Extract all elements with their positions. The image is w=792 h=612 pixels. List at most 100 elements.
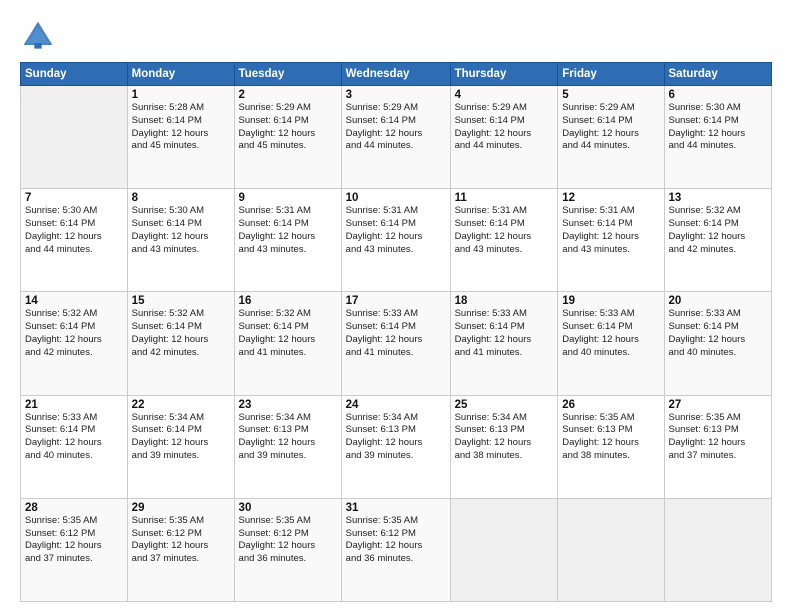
- calendar-cell: 10Sunrise: 5:31 AM Sunset: 6:14 PM Dayli…: [341, 189, 450, 292]
- day-info: Sunrise: 5:33 AM Sunset: 6:14 PM Dayligh…: [25, 412, 123, 463]
- day-number: 17: [346, 295, 446, 307]
- day-info: Sunrise: 5:31 AM Sunset: 6:14 PM Dayligh…: [346, 205, 446, 256]
- day-info: Sunrise: 5:34 AM Sunset: 6:14 PM Dayligh…: [132, 412, 230, 463]
- calendar-cell: 12Sunrise: 5:31 AM Sunset: 6:14 PM Dayli…: [558, 189, 664, 292]
- day-info: Sunrise: 5:30 AM Sunset: 6:14 PM Dayligh…: [25, 205, 123, 256]
- day-number: 26: [562, 399, 659, 411]
- calendar-header-row: SundayMondayTuesdayWednesdayThursdayFrid…: [21, 63, 772, 86]
- calendar-table: SundayMondayTuesdayWednesdayThursdayFrid…: [20, 62, 772, 602]
- day-info: Sunrise: 5:34 AM Sunset: 6:13 PM Dayligh…: [346, 412, 446, 463]
- calendar-cell: 17Sunrise: 5:33 AM Sunset: 6:14 PM Dayli…: [341, 292, 450, 395]
- calendar-cell: 2Sunrise: 5:29 AM Sunset: 6:14 PM Daylig…: [234, 86, 341, 189]
- calendar-header-saturday: Saturday: [664, 63, 772, 86]
- day-number: 3: [346, 89, 446, 101]
- calendar-cell: 21Sunrise: 5:33 AM Sunset: 6:14 PM Dayli…: [21, 395, 128, 498]
- calendar-cell: 29Sunrise: 5:35 AM Sunset: 6:12 PM Dayli…: [127, 498, 234, 601]
- calendar-header-monday: Monday: [127, 63, 234, 86]
- calendar-week-3: 14Sunrise: 5:32 AM Sunset: 6:14 PM Dayli…: [21, 292, 772, 395]
- calendar-header-sunday: Sunday: [21, 63, 128, 86]
- day-number: 15: [132, 295, 230, 307]
- day-number: 2: [239, 89, 337, 101]
- day-number: 24: [346, 399, 446, 411]
- day-number: 4: [455, 89, 554, 101]
- page: SundayMondayTuesdayWednesdayThursdayFrid…: [0, 0, 792, 612]
- day-number: 6: [669, 89, 768, 101]
- day-number: 31: [346, 502, 446, 514]
- calendar-cell: 13Sunrise: 5:32 AM Sunset: 6:14 PM Dayli…: [664, 189, 772, 292]
- day-info: Sunrise: 5:33 AM Sunset: 6:14 PM Dayligh…: [455, 308, 554, 359]
- calendar-header-friday: Friday: [558, 63, 664, 86]
- day-info: Sunrise: 5:33 AM Sunset: 6:14 PM Dayligh…: [669, 308, 768, 359]
- day-info: Sunrise: 5:35 AM Sunset: 6:12 PM Dayligh…: [346, 515, 446, 566]
- day-info: Sunrise: 5:29 AM Sunset: 6:14 PM Dayligh…: [455, 102, 554, 153]
- calendar-week-4: 21Sunrise: 5:33 AM Sunset: 6:14 PM Dayli…: [21, 395, 772, 498]
- day-info: Sunrise: 5:35 AM Sunset: 6:12 PM Dayligh…: [25, 515, 123, 566]
- day-number: 25: [455, 399, 554, 411]
- day-info: Sunrise: 5:31 AM Sunset: 6:14 PM Dayligh…: [239, 205, 337, 256]
- day-info: Sunrise: 5:32 AM Sunset: 6:14 PM Dayligh…: [239, 308, 337, 359]
- day-info: Sunrise: 5:34 AM Sunset: 6:13 PM Dayligh…: [455, 412, 554, 463]
- day-number: 18: [455, 295, 554, 307]
- day-info: Sunrise: 5:33 AM Sunset: 6:14 PM Dayligh…: [346, 308, 446, 359]
- calendar-cell: [21, 86, 128, 189]
- calendar-cell: 15Sunrise: 5:32 AM Sunset: 6:14 PM Dayli…: [127, 292, 234, 395]
- day-info: Sunrise: 5:29 AM Sunset: 6:14 PM Dayligh…: [346, 102, 446, 153]
- calendar-cell: 24Sunrise: 5:34 AM Sunset: 6:13 PM Dayli…: [341, 395, 450, 498]
- day-info: Sunrise: 5:31 AM Sunset: 6:14 PM Dayligh…: [562, 205, 659, 256]
- day-number: 13: [669, 192, 768, 204]
- day-number: 21: [25, 399, 123, 411]
- day-info: Sunrise: 5:35 AM Sunset: 6:12 PM Dayligh…: [239, 515, 337, 566]
- day-info: Sunrise: 5:29 AM Sunset: 6:14 PM Dayligh…: [562, 102, 659, 153]
- calendar-cell: 25Sunrise: 5:34 AM Sunset: 6:13 PM Dayli…: [450, 395, 558, 498]
- calendar-cell: 23Sunrise: 5:34 AM Sunset: 6:13 PM Dayli…: [234, 395, 341, 498]
- header: [20, 18, 772, 54]
- calendar-header-tuesday: Tuesday: [234, 63, 341, 86]
- day-number: 1: [132, 89, 230, 101]
- calendar-cell: 19Sunrise: 5:33 AM Sunset: 6:14 PM Dayli…: [558, 292, 664, 395]
- day-number: 27: [669, 399, 768, 411]
- calendar-cell: 11Sunrise: 5:31 AM Sunset: 6:14 PM Dayli…: [450, 189, 558, 292]
- calendar-cell: 6Sunrise: 5:30 AM Sunset: 6:14 PM Daylig…: [664, 86, 772, 189]
- calendar-cell: 30Sunrise: 5:35 AM Sunset: 6:12 PM Dayli…: [234, 498, 341, 601]
- day-number: 11: [455, 192, 554, 204]
- calendar-cell: 18Sunrise: 5:33 AM Sunset: 6:14 PM Dayli…: [450, 292, 558, 395]
- day-number: 22: [132, 399, 230, 411]
- day-number: 12: [562, 192, 659, 204]
- calendar-cell: 8Sunrise: 5:30 AM Sunset: 6:14 PM Daylig…: [127, 189, 234, 292]
- calendar-cell: 31Sunrise: 5:35 AM Sunset: 6:12 PM Dayli…: [341, 498, 450, 601]
- calendar-cell: 9Sunrise: 5:31 AM Sunset: 6:14 PM Daylig…: [234, 189, 341, 292]
- day-info: Sunrise: 5:35 AM Sunset: 6:13 PM Dayligh…: [669, 412, 768, 463]
- calendar-header-wednesday: Wednesday: [341, 63, 450, 86]
- day-number: 5: [562, 89, 659, 101]
- calendar-cell: 4Sunrise: 5:29 AM Sunset: 6:14 PM Daylig…: [450, 86, 558, 189]
- logo: [20, 18, 60, 54]
- day-number: 23: [239, 399, 337, 411]
- day-info: Sunrise: 5:30 AM Sunset: 6:14 PM Dayligh…: [669, 102, 768, 153]
- day-info: Sunrise: 5:31 AM Sunset: 6:14 PM Dayligh…: [455, 205, 554, 256]
- day-number: 29: [132, 502, 230, 514]
- calendar-week-5: 28Sunrise: 5:35 AM Sunset: 6:12 PM Dayli…: [21, 498, 772, 601]
- calendar-cell: 20Sunrise: 5:33 AM Sunset: 6:14 PM Dayli…: [664, 292, 772, 395]
- day-info: Sunrise: 5:32 AM Sunset: 6:14 PM Dayligh…: [669, 205, 768, 256]
- day-info: Sunrise: 5:34 AM Sunset: 6:13 PM Dayligh…: [239, 412, 337, 463]
- day-number: 30: [239, 502, 337, 514]
- day-number: 14: [25, 295, 123, 307]
- day-number: 10: [346, 192, 446, 204]
- calendar-week-1: 1Sunrise: 5:28 AM Sunset: 6:14 PM Daylig…: [21, 86, 772, 189]
- day-number: 19: [562, 295, 659, 307]
- calendar-cell: 16Sunrise: 5:32 AM Sunset: 6:14 PM Dayli…: [234, 292, 341, 395]
- day-info: Sunrise: 5:28 AM Sunset: 6:14 PM Dayligh…: [132, 102, 230, 153]
- day-info: Sunrise: 5:32 AM Sunset: 6:14 PM Dayligh…: [25, 308, 123, 359]
- calendar-cell: [664, 498, 772, 601]
- day-info: Sunrise: 5:32 AM Sunset: 6:14 PM Dayligh…: [132, 308, 230, 359]
- day-info: Sunrise: 5:35 AM Sunset: 6:12 PM Dayligh…: [132, 515, 230, 566]
- calendar-week-2: 7Sunrise: 5:30 AM Sunset: 6:14 PM Daylig…: [21, 189, 772, 292]
- calendar-cell: 3Sunrise: 5:29 AM Sunset: 6:14 PM Daylig…: [341, 86, 450, 189]
- day-info: Sunrise: 5:29 AM Sunset: 6:14 PM Dayligh…: [239, 102, 337, 153]
- calendar-cell: 22Sunrise: 5:34 AM Sunset: 6:14 PM Dayli…: [127, 395, 234, 498]
- day-number: 16: [239, 295, 337, 307]
- day-info: Sunrise: 5:35 AM Sunset: 6:13 PM Dayligh…: [562, 412, 659, 463]
- day-number: 7: [25, 192, 123, 204]
- day-number: 8: [132, 192, 230, 204]
- calendar-cell: 5Sunrise: 5:29 AM Sunset: 6:14 PM Daylig…: [558, 86, 664, 189]
